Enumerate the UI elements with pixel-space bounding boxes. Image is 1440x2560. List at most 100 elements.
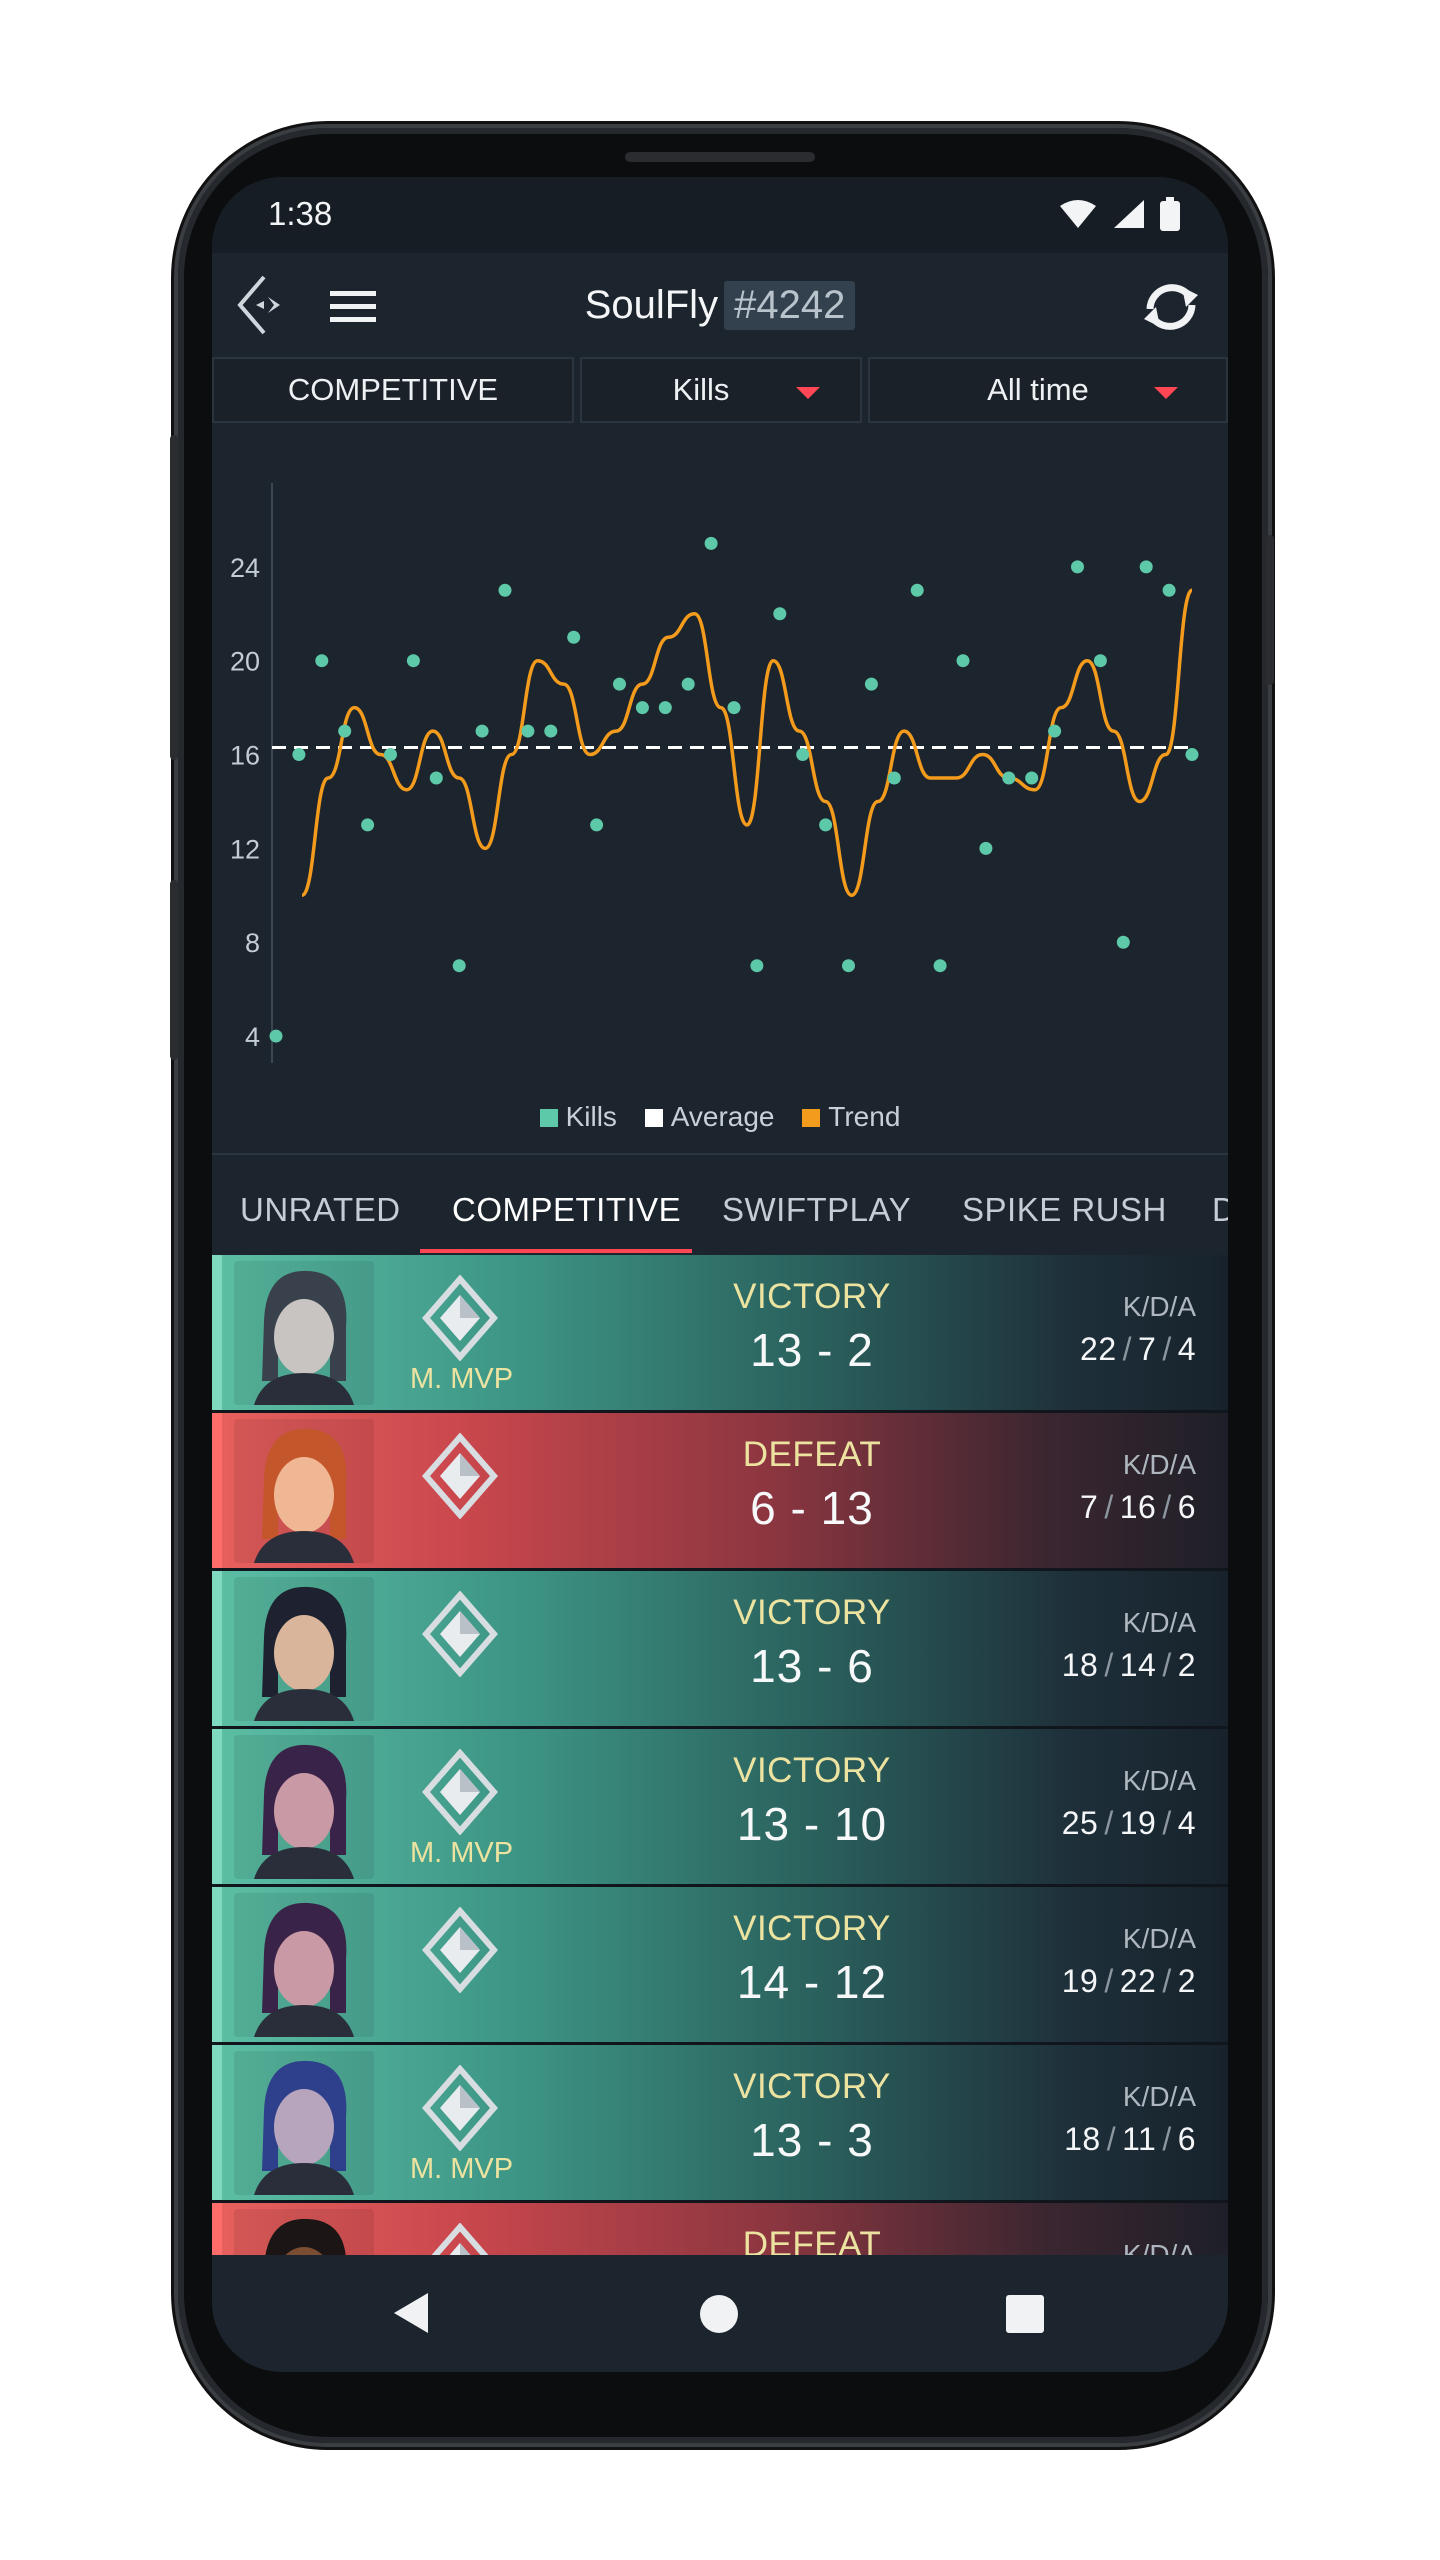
kda-assists: 4 (1177, 1331, 1196, 1367)
nav-bar (212, 2255, 1228, 2372)
kills-point (1002, 771, 1016, 785)
kda-kills: 19 (1061, 1963, 1099, 1999)
kills-point (979, 841, 993, 855)
agent-avatar (234, 1577, 374, 1721)
kills-point (498, 583, 512, 597)
kda-value: 25/19/4 (1062, 1805, 1196, 1842)
kills-chart: 4 8 12 16 20 24 Kills Average Trend (212, 433, 1228, 1153)
match-row[interactable]: M. MVP VICTORY 13 - 3 K/D/A 18/11/6 (212, 2045, 1228, 2200)
kills-point (1116, 935, 1130, 949)
tab-competitive[interactable]: COMPETITIVE (452, 1191, 681, 1229)
match-row[interactable]: VICTORY 13 - 6 K/D/A 18/14/2 (212, 1571, 1228, 1726)
kills-point (864, 677, 878, 691)
kda-separator: / (1162, 1331, 1172, 1367)
kda-separator: / (1162, 1489, 1172, 1525)
kda-label: K/D/A (1122, 1765, 1196, 1796)
kills-point (613, 677, 626, 691)
kda-separator: / (1104, 1647, 1114, 1683)
kda-assists: 2 (1177, 1647, 1196, 1683)
kda-value: 18/11/6 (1064, 2121, 1196, 2158)
range-dropdown-arrow-icon (1154, 387, 1178, 399)
rank-icon (422, 1433, 498, 1519)
refresh-icon[interactable] (1136, 275, 1206, 339)
match-score: 6 - 13 (750, 1482, 874, 1534)
mode-filter[interactable]: COMPETITIVE (212, 357, 574, 423)
legend-average: Average (644, 1101, 775, 1132)
kda-label: K/D/A (1122, 1291, 1196, 1322)
kda-value: 18/14/2 (1062, 1647, 1196, 1684)
agent-avatar (234, 1261, 374, 1405)
mode-filter-label: COMPETITIVE (287, 372, 499, 407)
kills-point (315, 654, 329, 668)
match-result: VICTORY (733, 1751, 891, 1790)
player-tag: #4242 (724, 281, 856, 330)
match-row[interactable]: M. MVP VICTORY 13 - 2 K/D/A 22/7/4 (212, 1255, 1228, 1410)
kda-separator: / (1104, 1805, 1114, 1841)
range-dropdown[interactable]: All time (868, 357, 1228, 423)
tab-spike-rush[interactable]: SPIKE RUSH (962, 1191, 1167, 1229)
kills-point (1048, 724, 1062, 738)
kda-label: K/D/A (1122, 1923, 1196, 1954)
kills-point (750, 959, 764, 973)
kills-point (1071, 560, 1084, 574)
kda-assists: 2 (1177, 1963, 1196, 1999)
tab-deathmatch[interactable]: D (1212, 1191, 1228, 1229)
kills-point (910, 583, 924, 597)
status-time: 1:38 (268, 195, 333, 232)
kills-point (429, 771, 443, 785)
trend-line (300, 588, 1194, 898)
legend-trend: Trend (802, 1101, 900, 1132)
active-tab-underline (420, 1249, 692, 1253)
chart-svg: 4 8 12 16 20 24 (230, 483, 1199, 1063)
match-result: DEFEAT (742, 2225, 882, 2255)
y-tick-label: 4 (245, 1022, 260, 1052)
agent-avatar (234, 2209, 374, 2255)
player-name: SoulFly (584, 283, 719, 327)
range-dropdown-label: All time (987, 372, 1089, 407)
kda-separator: / (1162, 1963, 1172, 1999)
kills-point (544, 724, 558, 738)
kills-point (796, 748, 810, 762)
nav-recent-icon[interactable] (1006, 2295, 1044, 2333)
match-row[interactable]: M. MVP VICTORY 13 - 10 K/D/A 25/19/4 (212, 1729, 1228, 1884)
player-name-title: SoulFly #4242 (212, 281, 1228, 330)
match-result: VICTORY (733, 1593, 891, 1632)
power-button (170, 880, 178, 1060)
kda-kills: 25 (1061, 1805, 1099, 1841)
match-row[interactable]: VICTORY 14 - 12 K/D/A 19/22/2 (212, 1887, 1228, 2042)
result-edge (212, 1887, 222, 2042)
match-result: VICTORY (733, 2067, 891, 2106)
speaker-grille (625, 152, 815, 162)
result-edge (212, 1571, 222, 1726)
nav-back-icon[interactable] (394, 2293, 428, 2333)
y-tick-label: 20 (230, 647, 260, 677)
kda-label: K/D/A (1122, 2239, 1196, 2255)
match-row[interactable]: DEFEAT11 - 13K/D/A18/19/6 (212, 2203, 1228, 2255)
kills-point (887, 771, 901, 785)
match-row[interactable]: DEFEAT 6 - 13 K/D/A 7/16/6 (212, 1413, 1228, 1568)
kills-point (635, 701, 649, 715)
tab-unrated[interactable]: UNRATED (240, 1191, 401, 1229)
kda-separator: / (1106, 2121, 1117, 2157)
stat-dropdown-arrow-icon (796, 387, 820, 399)
match-score: 14 - 12 (736, 1956, 888, 2008)
rank-icon (422, 1275, 498, 1361)
kills-point (933, 959, 947, 973)
y-tick-label: 24 (230, 553, 260, 583)
kda-deaths: 19 (1119, 1805, 1157, 1841)
result-edge (212, 1729, 222, 1884)
kda-value: 19/22/2 (1062, 1963, 1196, 2000)
rank-icon (431, 2223, 489, 2255)
tab-swiftplay[interactable]: SWIFTPLAY (722, 1191, 911, 1229)
kills-point (521, 724, 535, 738)
wifi-icon (1060, 200, 1096, 228)
agent-avatar (234, 1735, 374, 1879)
kda-kills: 18 (1061, 1647, 1099, 1683)
rank-icon (422, 2065, 498, 2151)
kda-separator: / (1104, 1489, 1114, 1525)
kills-point (452, 959, 466, 973)
match-result: DEFEAT (742, 1435, 882, 1474)
kda-value: 22/7/4 (1080, 1331, 1196, 1368)
nav-home-icon[interactable] (700, 2295, 738, 2333)
stat-dropdown[interactable]: Kills (580, 357, 862, 423)
